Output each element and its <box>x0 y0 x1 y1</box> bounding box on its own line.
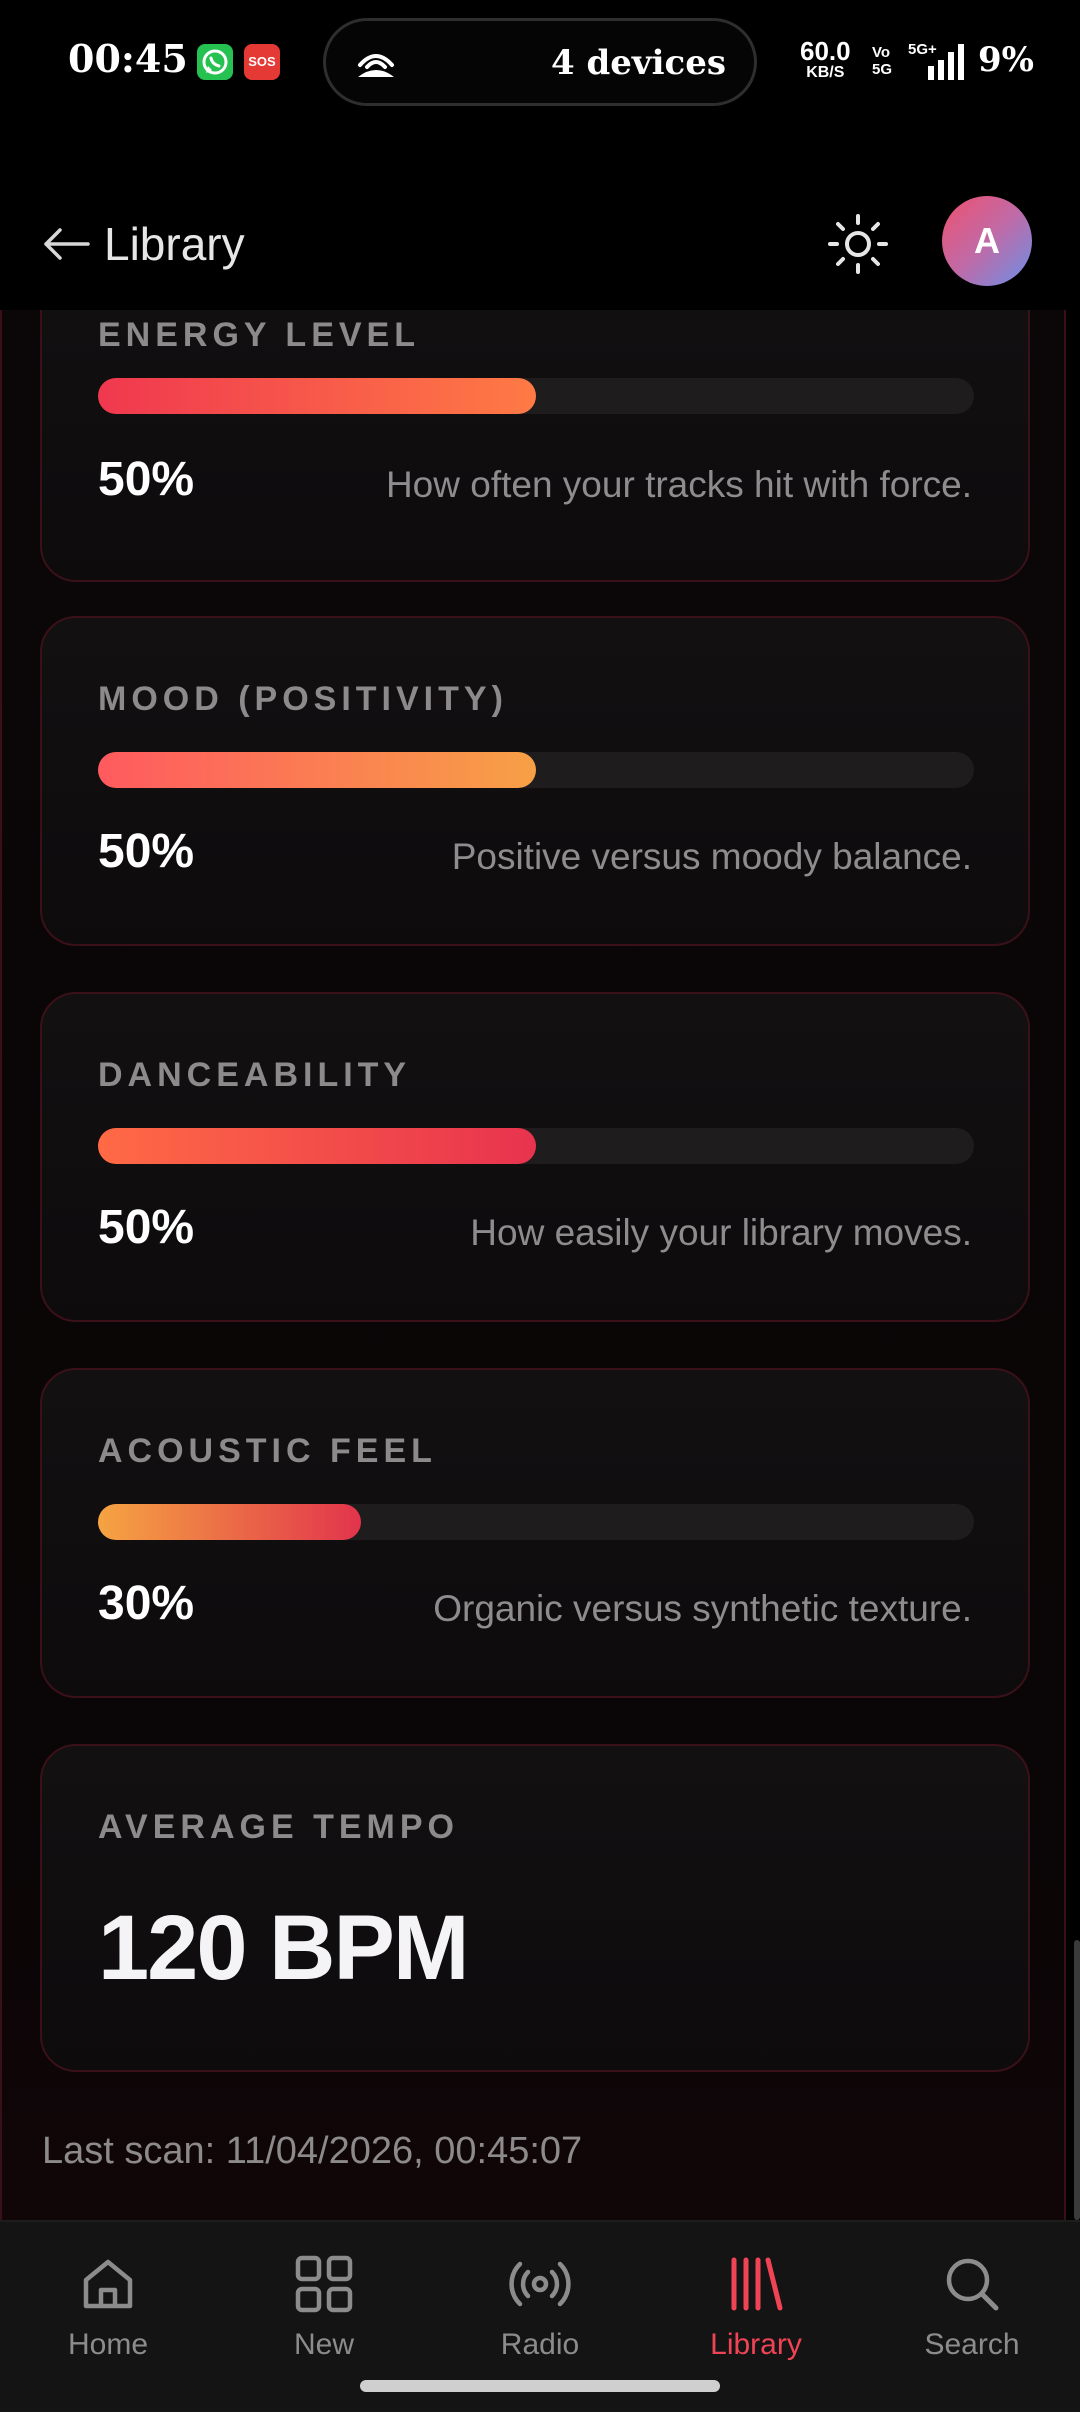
metric-description: Positive versus moody balance. <box>451 836 972 877</box>
hotspot-icon <box>358 54 394 77</box>
speed-unit: KB/S <box>806 64 845 81</box>
battery-level: 9% <box>978 40 1034 80</box>
metric-description: How often your tracks hit with force. <box>385 464 972 505</box>
metric-description: Organic versus synthetic texture. <box>433 1588 972 1629</box>
scrollbar[interactable] <box>1074 1940 1080 2220</box>
metric-progress-fill <box>98 1128 536 1164</box>
tempo-card: AVERAGE TEMPO 120 BPM <box>40 1744 1030 2072</box>
metric-label: DANCEABILITY <box>98 1056 412 1094</box>
home-indicator[interactable] <box>360 2380 720 2392</box>
metric-percent: 50% <box>98 1201 195 1254</box>
metric-label: ACOUSTIC FEEL <box>98 1432 437 1470</box>
nav-item-library[interactable]: Library <box>648 2242 864 2372</box>
last-scan-timestamp: Last scan: 11/04/2026, 00:45:07 <box>42 2130 583 2172</box>
avatar[interactable]: A <box>942 196 1032 286</box>
arrow-left-icon <box>44 228 90 260</box>
status-time: 00:45 <box>68 36 188 81</box>
metric-progress-track <box>98 1128 974 1164</box>
metric-label: MOOD (POSITIVITY) <box>98 680 508 718</box>
metric-progress-fill <box>98 752 536 788</box>
signal-icon: 5G+ <box>908 41 964 80</box>
metric-card-acoustic: ACOUSTIC FEEL 30% Organic versus synthet… <box>40 1368 1030 1698</box>
metric-percent: 50% <box>98 453 195 506</box>
metric-progress-track <box>98 752 974 788</box>
library-icon <box>731 2257 783 2311</box>
nav-item-radio[interactable]: Radio <box>432 2242 648 2372</box>
volte-bottom: 5G <box>872 61 893 78</box>
network-speed: 60.0 KB/S <box>800 38 851 84</box>
tempo-value: 120 BPM <box>98 1897 469 1999</box>
status-bar: 00:45 SOS 4 devices 60.0 KB/S Vo 5G 5G+ … <box>0 0 1080 130</box>
metric-card-danceability: DANCEABILITY 50% How easily your library… <box>40 992 1030 1322</box>
nav-label-search: Search <box>924 2328 1020 2361</box>
volte-indicator: Vo 5G <box>872 44 892 78</box>
home-icon <box>83 2259 133 2309</box>
whatsapp-icon <box>197 44 233 80</box>
metric-description: How easily your library moves. <box>470 1212 972 1253</box>
metric-progress-track <box>98 378 974 414</box>
signal-label: 5G+ <box>908 41 937 58</box>
metric-progress-fill <box>98 378 536 414</box>
page-title: Library <box>104 218 245 270</box>
nav-item-new[interactable]: New <box>216 2242 432 2372</box>
tempo-label: AVERAGE TEMPO <box>98 1808 459 1846</box>
sos-icon: SOS <box>244 44 280 80</box>
hotspot-devices: 4 devices <box>550 43 726 83</box>
library-stats-scroll[interactable]: ENERGY LEVEL 50% How often your tracks h… <box>0 310 1080 2220</box>
volte-top: Vo <box>872 44 891 61</box>
radio-icon <box>509 2261 571 2307</box>
sun-icon[interactable] <box>822 208 894 280</box>
search-icon <box>946 2258 999 2311</box>
nav-label-library: Library <box>710 2328 802 2361</box>
metric-card-mood: MOOD (POSITIVITY) 50% Positive versus mo… <box>40 616 1030 946</box>
hotspot-pill[interactable]: 4 devices <box>323 18 757 106</box>
metric-label: ENERGY LEVEL <box>98 316 420 354</box>
nav-item-home[interactable]: Home <box>0 2242 216 2372</box>
grid-icon <box>295 2255 353 2313</box>
back-button[interactable]: Library <box>40 214 245 274</box>
metric-percent: 50% <box>98 825 195 878</box>
metric-percent: 30% <box>98 1577 195 1630</box>
nav-item-search[interactable]: Search <box>864 2242 1080 2372</box>
nav-label-radio: Radio <box>500 2328 580 2361</box>
metric-progress-fill <box>98 1504 361 1540</box>
stats-panel: ENERGY LEVEL 50% How often your tracks h… <box>0 310 1066 2220</box>
nav-label-new: New <box>293 2328 354 2361</box>
metric-card-energy: ENERGY LEVEL 50% How often your tracks h… <box>40 310 1030 582</box>
app-header: Library A <box>0 130 1080 310</box>
metric-progress-track <box>98 1504 974 1540</box>
nav-label-home: Home <box>67 2328 149 2361</box>
